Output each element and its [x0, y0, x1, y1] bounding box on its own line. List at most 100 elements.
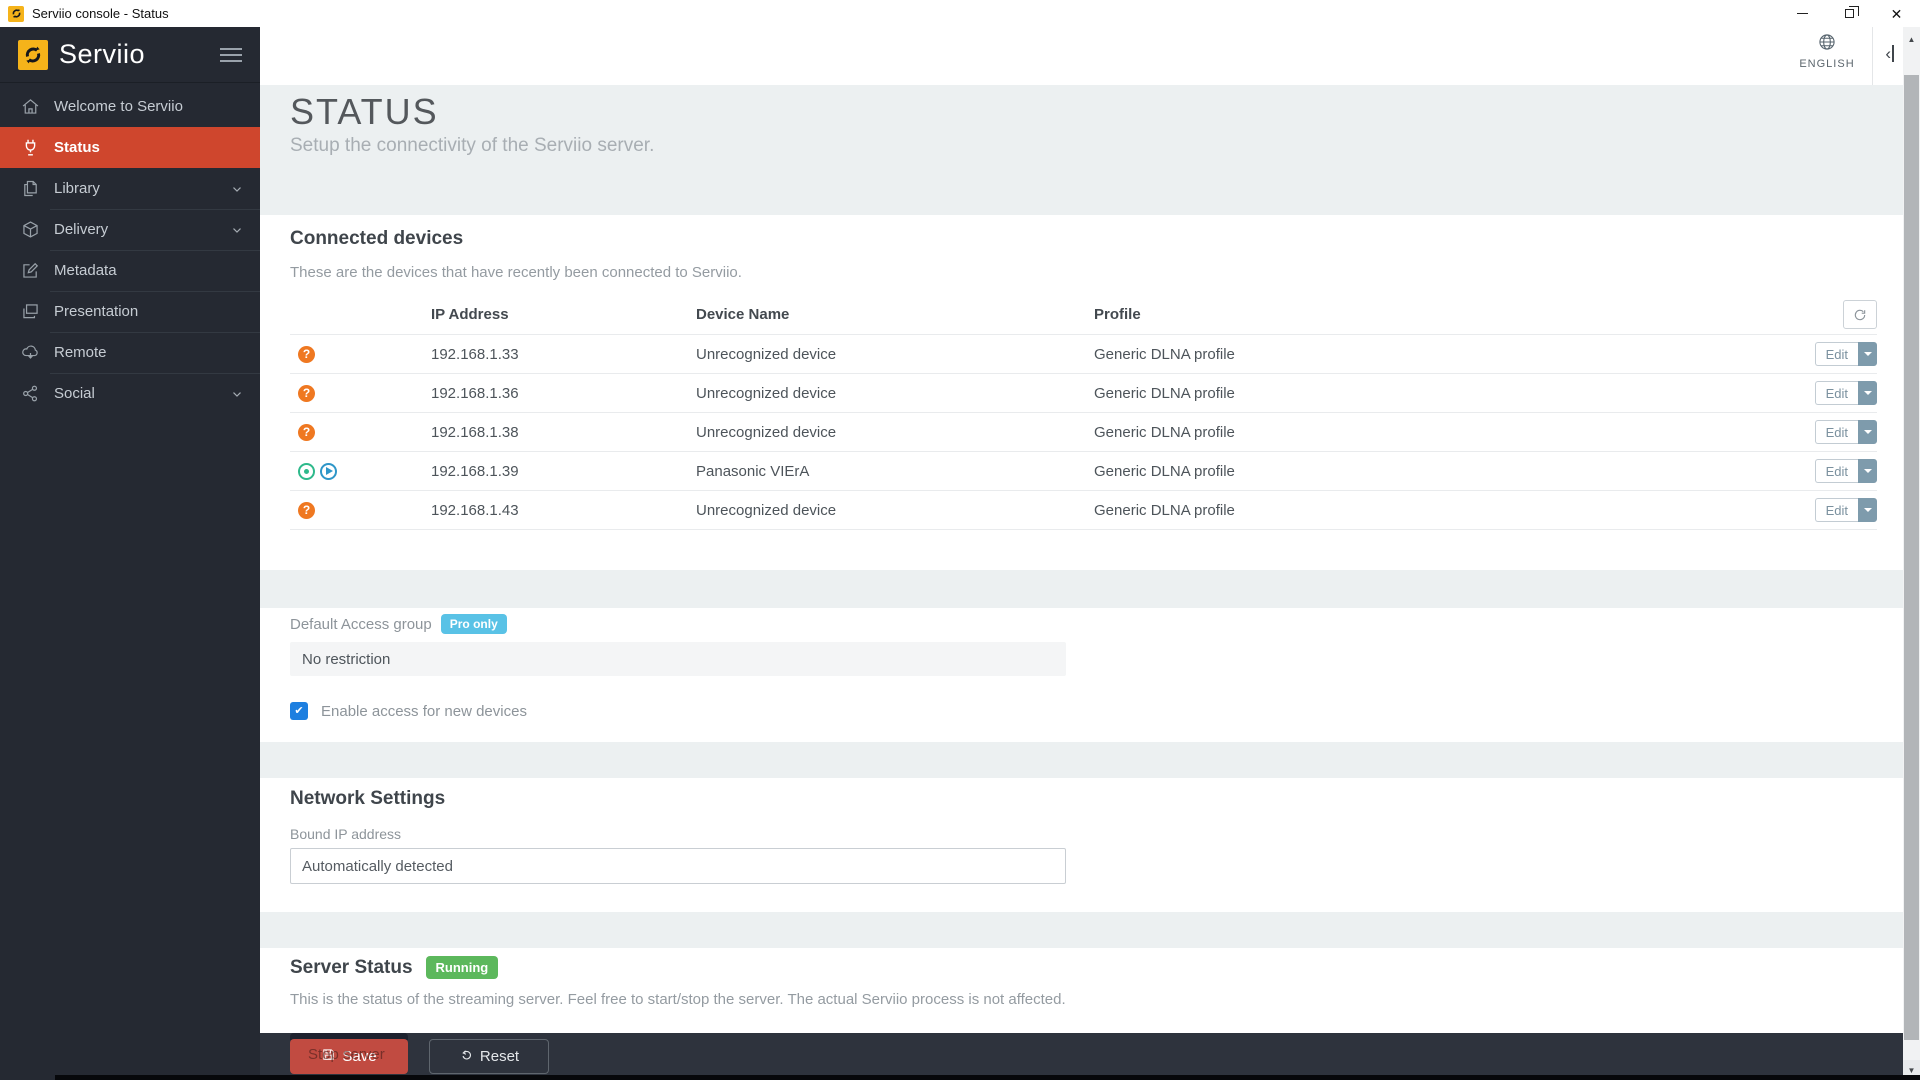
app-logo-icon: [8, 6, 24, 22]
sidebar-nav: Welcome to Serviio Status Library Delive…: [0, 83, 260, 414]
edit-button[interactable]: Edit: [1815, 459, 1858, 483]
edit-button[interactable]: Edit: [1815, 342, 1858, 366]
home-icon: [20, 96, 41, 117]
chevron-down-icon: [230, 182, 244, 196]
device-status-icons: ?: [290, 346, 431, 363]
column-device-name: Device Name: [696, 306, 1094, 323]
device-row: ? 192.168.1.33 Unrecognized device Gener…: [290, 335, 1877, 374]
sidebar-item-library[interactable]: Library: [0, 168, 260, 209]
sidebar: Serviio Welcome to Serviio Status Librar…: [0, 27, 260, 1080]
edit-button[interactable]: Edit: [1815, 420, 1858, 444]
box-icon: [20, 219, 41, 240]
language-selector[interactable]: ENGLISH: [1793, 32, 1861, 70]
sidebar-item-label: Welcome to Serviio: [54, 98, 183, 115]
network-settings-section: Network Settings Bound IP address: [260, 778, 1903, 912]
device-profile: Generic DLNA profile: [1094, 385, 1799, 402]
bound-ip-input[interactable]: [290, 848, 1066, 884]
device-status-icons: ?: [290, 424, 431, 441]
window-titlebar: Serviio console - Status ✕: [0, 0, 1920, 27]
language-label: ENGLISH: [1793, 58, 1861, 70]
bound-ip-label: Bound IP address: [290, 826, 1877, 842]
section-heading-devices: Connected devices: [290, 228, 1877, 250]
edit-dropdown-toggle[interactable]: [1858, 420, 1877, 444]
sidebar-item-presentation[interactable]: Presentation: [0, 291, 260, 332]
topbar-divider: [1872, 27, 1873, 85]
close-button[interactable]: ✕: [1873, 0, 1920, 27]
sidebar-item-metadata[interactable]: Metadata: [0, 250, 260, 291]
scrollbar-thumb[interactable]: [1904, 75, 1919, 1040]
edit-button[interactable]: Edit: [1815, 498, 1858, 522]
caret-down-icon: [1864, 469, 1872, 473]
section-heading-network: Network Settings: [290, 788, 1877, 810]
sidebar-item-delivery[interactable]: Delivery: [0, 209, 260, 250]
sidebar-item-social[interactable]: Social: [0, 373, 260, 414]
device-name: Panasonic VIErA: [696, 463, 1094, 480]
close-icon: ✕: [1891, 7, 1903, 21]
restore-button[interactable]: [1826, 0, 1873, 27]
page-header: STATUS Setup the connectivity of the Ser…: [260, 85, 1903, 215]
device-profile: Generic DLNA profile: [1094, 424, 1799, 441]
device-online-icon: [298, 463, 315, 480]
edit-button-group: Edit: [1815, 420, 1877, 444]
caret-down-icon: [1864, 352, 1872, 356]
minimize-button[interactable]: [1779, 0, 1826, 27]
device-profile: Generic DLNA profile: [1094, 463, 1799, 480]
device-name: Unrecognized device: [696, 346, 1094, 363]
devices-table: IP Address Device Name Profile ? 192.168…: [290, 295, 1877, 530]
reset-icon: [459, 1047, 474, 1066]
device-status-icons: [290, 463, 431, 480]
restore-icon: [1845, 9, 1854, 18]
running-badge: Running: [426, 956, 499, 979]
access-group-select[interactable]: No restriction: [290, 642, 1066, 676]
save-button[interactable]: Save: [290, 1039, 408, 1074]
unknown-device-icon: ?: [298, 424, 315, 441]
globe-icon: [1817, 39, 1837, 56]
edit-button-group: Edit: [1815, 342, 1877, 366]
share-icon: [20, 383, 41, 404]
window-title: Serviio console - Status: [32, 6, 169, 21]
unknown-device-icon: ?: [298, 346, 315, 363]
sidebar-item-welcome-to-serviio[interactable]: Welcome to Serviio: [0, 86, 260, 127]
section-heading-server: Server Status: [290, 957, 413, 979]
device-ip: 192.168.1.36: [431, 385, 696, 402]
edit-button[interactable]: Edit: [1815, 381, 1858, 405]
connected-devices-section: Connected devices These are the devices …: [260, 215, 1903, 570]
collapse-panel-icon[interactable]: ‹: [1885, 45, 1894, 62]
edit-icon: [20, 260, 41, 281]
media-playing-icon: [320, 463, 337, 480]
plug-icon: [20, 137, 41, 158]
chevron-down-icon: [230, 223, 244, 237]
device-row: ? 192.168.1.38 Unrecognized device Gener…: [290, 413, 1877, 452]
server-status-description: This is the status of the streaming serv…: [290, 991, 1877, 1008]
save-icon: [321, 1047, 336, 1066]
edit-dropdown-toggle[interactable]: [1858, 498, 1877, 522]
menu-toggle-icon[interactable]: [220, 44, 242, 66]
column-profile: Profile: [1094, 306, 1799, 323]
column-ip: IP Address: [431, 306, 696, 323]
device-row: 192.168.1.39 Panasonic VIErA Generic DLN…: [290, 452, 1877, 491]
footer-bar: Stop server Save Reset: [260, 1033, 1903, 1080]
scroll-up-button[interactable]: ▲: [1903, 27, 1920, 52]
main-content: ENGLISH ‹ STATUS Setup the connectivity …: [260, 27, 1903, 1080]
device-ip: 192.168.1.38: [431, 424, 696, 441]
enable-access-checkbox[interactable]: ✔: [290, 702, 308, 720]
edit-dropdown-toggle[interactable]: [1858, 342, 1877, 366]
device-name: Unrecognized device: [696, 385, 1094, 402]
refresh-button[interactable]: [1843, 300, 1877, 329]
sidebar-header: Serviio: [0, 27, 260, 83]
edit-dropdown-toggle[interactable]: [1858, 381, 1877, 405]
sidebar-item-label: Delivery: [54, 221, 108, 238]
unknown-device-icon: ?: [298, 502, 315, 519]
sidebar-item-label: Metadata: [54, 262, 117, 279]
reset-button[interactable]: Reset: [429, 1039, 549, 1074]
sidebar-item-status[interactable]: Status: [0, 127, 260, 168]
sidebar-item-remote[interactable]: Remote: [0, 332, 260, 373]
window-controls: ✕: [1779, 0, 1920, 27]
device-name: Unrecognized device: [696, 424, 1094, 441]
devices-table-body: ? 192.168.1.33 Unrecognized device Gener…: [290, 335, 1877, 530]
sidebar-item-label: Status: [54, 139, 100, 156]
edit-dropdown-toggle[interactable]: [1858, 459, 1877, 483]
pages-icon: [20, 178, 41, 199]
brand-name: Serviio: [59, 39, 145, 70]
sidebar-item-label: Remote: [54, 344, 107, 361]
